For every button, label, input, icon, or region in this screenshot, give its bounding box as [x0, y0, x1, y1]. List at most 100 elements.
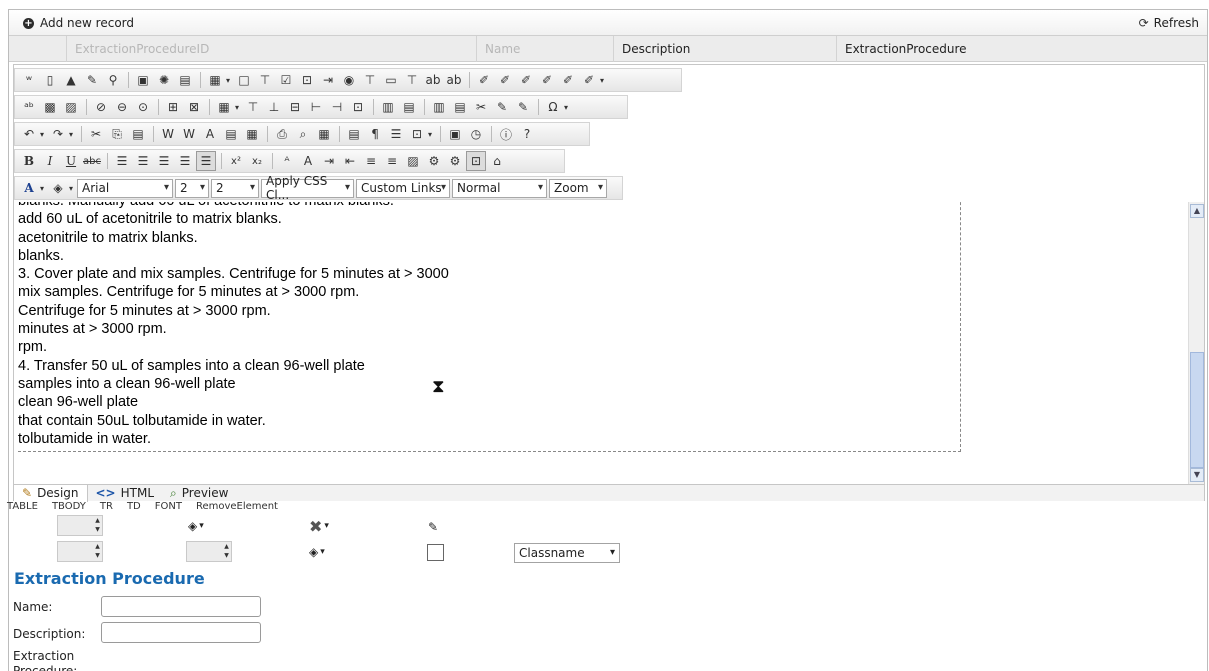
- convert-lower-icon[interactable]: ᴬ: [277, 151, 297, 171]
- insert-label-icon[interactable]: ⊤: [255, 70, 275, 90]
- height-stepper[interactable]: ▲ ▼: [57, 541, 103, 562]
- track-changes-icon[interactable]: ⚲: [103, 70, 123, 90]
- column-header-description[interactable]: Description: [613, 36, 836, 62]
- chevron-down-icon[interactable]: ▾: [564, 103, 568, 112]
- description-field[interactable]: [101, 622, 261, 643]
- document-manager-icon[interactable]: ✎: [82, 70, 102, 90]
- tab-preview[interactable]: ⌕ Preview: [162, 485, 236, 502]
- stepper-arrows-icon[interactable]: ▲ ▼: [222, 542, 231, 561]
- paste-as-html-icon[interactable]: ▤: [221, 124, 241, 144]
- stepper-arrows-icon[interactable]: ▲ ▼: [93, 516, 102, 535]
- add-new-record-button[interactable]: + Add new record: [23, 16, 134, 30]
- indent-icon[interactable]: ⇥: [319, 151, 339, 171]
- find-replace-icon[interactable]: ⌕: [293, 124, 313, 144]
- chevron-down-icon[interactable]: ▾: [600, 76, 604, 85]
- insert-textarea-icon[interactable]: ⊤: [402, 70, 422, 90]
- paste-from-word-icon[interactable]: W: [158, 124, 178, 144]
- hyperlink-manager-icon[interactable]: ⊘: [91, 97, 111, 117]
- column-header-name[interactable]: Name: [476, 36, 613, 62]
- insert-paragraph-icon[interactable]: ▤: [344, 124, 364, 144]
- name-field[interactable]: [101, 596, 261, 617]
- insert-time-icon[interactable]: ◷: [466, 124, 486, 144]
- strip-span-icon[interactable]: ✐: [537, 70, 557, 90]
- flash-manager-icon[interactable]: ✺: [154, 70, 174, 90]
- back-color-icon[interactable]: ◈: [48, 178, 68, 198]
- chevron-down-icon[interactable]: ▾: [40, 184, 44, 193]
- column-header-extractionprocedure[interactable]: ExtractionProcedure: [836, 36, 1207, 62]
- tag-path-td[interactable]: TD: [127, 501, 141, 512]
- image-map-icon[interactable]: ▩: [40, 97, 60, 117]
- superscript-icon[interactable]: x²: [226, 151, 246, 171]
- new-document-icon[interactable]: ▯: [40, 70, 60, 90]
- form-element-icon[interactable]: □: [234, 70, 254, 90]
- justify-icon[interactable]: ☰: [175, 151, 195, 171]
- tag-path-remove-element[interactable]: RemoveElement: [196, 501, 278, 512]
- horizontal-rule-icon[interactable]: ☰: [386, 124, 406, 144]
- no-wrap-checkbox[interactable]: [427, 544, 444, 561]
- merge-columns-icon[interactable]: ▥: [378, 97, 398, 117]
- redo-icon[interactable]: ↷: [48, 124, 68, 144]
- strip-all-icon[interactable]: ✐: [579, 70, 599, 90]
- delete-column-icon[interactable]: ⊡: [348, 97, 368, 117]
- image-editor-icon[interactable]: ▨: [61, 97, 81, 117]
- about-icon[interactable]: ⓘ: [496, 124, 516, 144]
- tag-path-tbody[interactable]: TBODY: [52, 501, 86, 512]
- chevron-down-icon[interactable]: ▾: [235, 103, 239, 112]
- apply-css-class-dropdown[interactable]: Apply CSS Cl...: [261, 174, 355, 202]
- insert-textbox-icon[interactable]: ab: [423, 70, 443, 90]
- media-manager-icon[interactable]: ▤: [175, 70, 195, 90]
- tab-html[interactable]: <> HTML: [88, 485, 163, 502]
- strikethrough-icon[interactable]: abc: [82, 151, 102, 171]
- toggle-screen-mode-icon[interactable]: ⊡: [466, 151, 486, 171]
- insert-password-icon[interactable]: ⊤: [360, 70, 380, 90]
- cell-spacing-stepper[interactable]: ▲ ▼: [186, 541, 232, 562]
- insert-hidden-icon[interactable]: ⊡: [297, 70, 317, 90]
- table-properties-icon[interactable]: ✎: [513, 97, 533, 117]
- numbered-list-icon[interactable]: ≡: [361, 151, 381, 171]
- chevron-down-icon[interactable]: ▾: [40, 130, 44, 139]
- paste-html-icon[interactable]: ▦: [242, 124, 262, 144]
- column-header-extractionprocedureid[interactable]: ExtractionProcedureID: [66, 36, 476, 62]
- insert-snippet-icon[interactable]: ⊞: [163, 97, 183, 117]
- image-manager-icon[interactable]: ▣: [133, 70, 153, 90]
- insert-form-icon[interactable]: ▦: [205, 70, 225, 90]
- insert-column-right-icon[interactable]: ⊣: [327, 97, 347, 117]
- border-style-dropdown[interactable]: ✖ ▾: [309, 516, 329, 536]
- classname-dropdown[interactable]: Classname: [514, 543, 620, 563]
- insert-column-left-icon[interactable]: ⊢: [306, 97, 326, 117]
- paste-plain-text-icon[interactable]: A: [200, 124, 220, 144]
- refresh-button[interactable]: ⟳ Refresh: [1139, 16, 1199, 30]
- align-center-icon[interactable]: ☰: [133, 151, 153, 171]
- insert-row-below-icon[interactable]: ⊥: [264, 97, 284, 117]
- delete-row-icon[interactable]: ⊟: [285, 97, 305, 117]
- outdent-icon[interactable]: ⇤: [340, 151, 360, 171]
- scroll-up-arrow-icon[interactable]: ▲: [1190, 204, 1204, 218]
- insert-text-field-icon[interactable]: ab: [444, 70, 464, 90]
- insert-image-icon[interactable]: ▨: [403, 151, 423, 171]
- template-manager-icon[interactable]: ▲: [61, 70, 81, 90]
- font-name-dropdown[interactable]: Arial: [77, 178, 174, 198]
- width-stepper[interactable]: ▲ ▼: [57, 515, 103, 536]
- insert-symbol-icon[interactable]: Ω: [543, 97, 563, 117]
- paragraph-style-dropdown[interactable]: Normal: [452, 178, 548, 198]
- paste-icon[interactable]: ▤: [128, 124, 148, 144]
- insert-checkbox-icon[interactable]: ☑: [276, 70, 296, 90]
- help-icon[interactable]: ?: [517, 124, 537, 144]
- align-right-icon[interactable]: ☰: [154, 151, 174, 171]
- subscript-icon[interactable]: x₂: [247, 151, 267, 171]
- underline-icon[interactable]: U: [61, 151, 81, 171]
- tab-design[interactable]: ✎ Design: [14, 484, 88, 502]
- merge-rows-icon[interactable]: ▤: [399, 97, 419, 117]
- split-cell-icon[interactable]: ▥: [429, 97, 449, 117]
- strip-word-icon[interactable]: ✐: [558, 70, 578, 90]
- chevron-down-icon[interactable]: ▾: [226, 76, 230, 85]
- insert-custom-icon[interactable]: ⊠: [184, 97, 204, 117]
- italic-icon[interactable]: I: [40, 151, 60, 171]
- paragraph-mark-icon[interactable]: ¶: [365, 124, 385, 144]
- insert-image-button-icon[interactable]: ⇥: [318, 70, 338, 90]
- insert-radio-icon[interactable]: ◉: [339, 70, 359, 90]
- strip-css-icon[interactable]: ✐: [495, 70, 515, 90]
- zoom-dropdown[interactable]: Zoom: [549, 178, 608, 198]
- undo-icon[interactable]: ↶: [19, 124, 39, 144]
- font-size-dropdown[interactable]: 2: [175, 178, 210, 198]
